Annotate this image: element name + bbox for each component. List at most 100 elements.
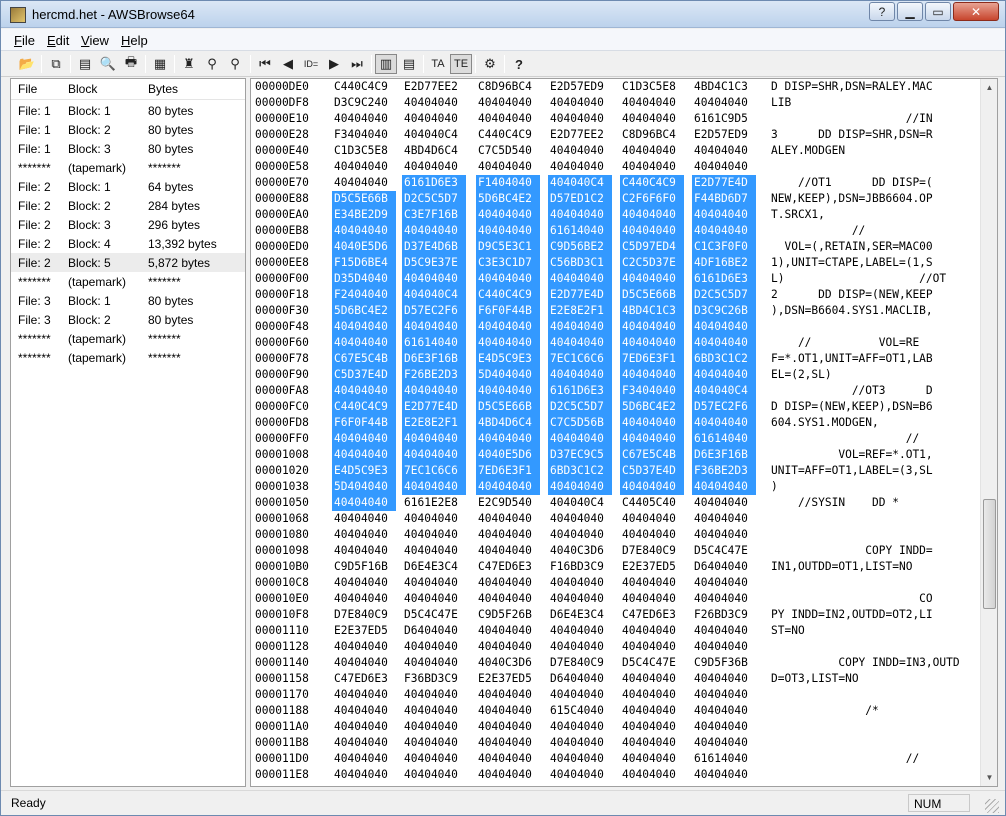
hex-word[interactable]: 40404040 — [620, 431, 684, 447]
hex-word[interactable]: 5D404040 — [476, 367, 540, 383]
hex-word[interactable]: 40404040 — [692, 159, 756, 175]
hex-word[interactable]: 40404040 — [402, 591, 466, 607]
hex-word[interactable]: C9D5F16B — [332, 559, 396, 575]
hex-word[interactable]: 40404040 — [692, 687, 756, 703]
hex-word[interactable]: 40404040 — [476, 527, 540, 543]
hex-word[interactable]: F36BE2D3 — [692, 463, 756, 479]
hex-word[interactable]: 40404040 — [332, 447, 396, 463]
hex-word[interactable]: F3404040 — [620, 383, 684, 399]
hex-text[interactable]: VOL=REF=*.OT1, — [771, 447, 932, 463]
hex-word[interactable]: 40404040 — [548, 591, 612, 607]
hex-word[interactable]: 40404040 — [476, 719, 540, 735]
hex-word[interactable]: C1D3C5E8 — [620, 79, 684, 95]
hex-word[interactable]: 40404040 — [402, 639, 466, 655]
hex-word[interactable]: 40404040 — [692, 591, 756, 607]
hex-word[interactable]: 40404040 — [476, 591, 540, 607]
hex-word[interactable]: C9D5F36B — [692, 655, 756, 671]
hex-word[interactable]: C440C4C9 — [332, 399, 396, 415]
hex-word[interactable]: 40404040 — [620, 591, 684, 607]
hex-text[interactable]: VOL=(,RETAIN,SER=MAC00 — [771, 239, 932, 255]
hex-text[interactable]: COPY INDD= — [771, 543, 932, 559]
hex-word[interactable]: 4040E5D6 — [476, 447, 540, 463]
ascii-icon[interactable]: TA — [427, 54, 449, 74]
hex-word[interactable]: 40404040 — [692, 623, 756, 639]
hex-word[interactable]: C5D97ED4 — [620, 239, 684, 255]
goto-block-icon[interactable]: ID= — [300, 54, 322, 74]
menu-file[interactable]: File — [14, 33, 35, 48]
hex-word[interactable]: D2C5C5D7 — [402, 191, 466, 207]
hex-word[interactable]: 40404040 — [332, 591, 396, 607]
hex-word[interactable]: 40404040 — [476, 319, 540, 335]
hex-word[interactable]: 40404040 — [332, 767, 396, 783]
hex-word[interactable]: D5C4C47E — [402, 607, 466, 623]
hex-word[interactable]: D37EC9C5 — [548, 447, 612, 463]
hex-word[interactable]: F2404040 — [332, 287, 396, 303]
hex-text[interactable]: D DISP=(NEW,KEEP),DSN=B6 — [771, 399, 933, 415]
copy-icon[interactable]: ⧉ — [45, 54, 67, 74]
scroll-down-arrow-icon[interactable]: ▼ — [981, 769, 998, 786]
hex-word[interactable]: 40404040 — [620, 719, 684, 735]
hex-text[interactable]: PY INDD=IN2,OUTDD=OT2,LI — [771, 607, 933, 623]
hex-word[interactable]: 40404040 — [402, 511, 466, 527]
hex-word[interactable]: D5C4C47E — [692, 543, 756, 559]
hex-word[interactable]: D6E3F16B — [402, 351, 466, 367]
hex-word[interactable]: D6E4E3C4 — [402, 559, 466, 575]
hex-word[interactable]: C7C5D540 — [476, 143, 540, 159]
app-icon[interactable] — [10, 7, 26, 23]
hex-word[interactable]: 40404040 — [548, 335, 612, 351]
list-item[interactable]: ******* (tapemark) ******* — [11, 329, 245, 348]
hex-text[interactable]: 3 DD DISP=SHR,DSN=R — [771, 127, 933, 143]
hex-word[interactable]: 40404040 — [620, 671, 684, 687]
hex-word[interactable]: C1C3F0F0 — [692, 239, 756, 255]
scroll-up-arrow-icon[interactable]: ▲ — [981, 79, 998, 96]
hex-word[interactable]: D37E4D6B — [402, 239, 466, 255]
hex-word[interactable]: 40404040 — [476, 543, 540, 559]
hex-word[interactable]: C47ED6E3 — [476, 559, 540, 575]
hex-view-icon[interactable]: ▥ — [375, 54, 397, 74]
hex-word[interactable]: 40404040 — [476, 479, 540, 495]
hex-word[interactable]: 40404040 — [692, 495, 756, 511]
title-bar[interactable]: hercmd.het - AWSBrowse64 ? ▁ ▭ ✕ — [1, 1, 1005, 28]
hex-word[interactable]: E2C9D540 — [476, 495, 540, 511]
list-item[interactable]: ******* (tapemark) ******* — [11, 158, 245, 177]
hex-word[interactable]: 40404040 — [402, 703, 466, 719]
hex-text[interactable]: ) — [771, 479, 778, 495]
export-icon[interactable]: ▦ — [149, 54, 171, 74]
hex-word[interactable]: 40404040 — [620, 111, 684, 127]
hex-word[interactable]: 6161D6E3 — [402, 175, 466, 191]
hex-word[interactable]: 40404040 — [620, 703, 684, 719]
hex-word[interactable]: D3C9C26B — [692, 303, 756, 319]
hex-word[interactable]: 40404040 — [692, 143, 756, 159]
hex-word[interactable]: D5C5E66B — [620, 287, 684, 303]
hex-word[interactable]: 40404040 — [548, 735, 612, 751]
find-icon[interactable]: ♜ — [178, 54, 200, 74]
hex-word[interactable]: 6161E2E8 — [402, 495, 466, 511]
text-view-icon[interactable]: ▤ — [398, 54, 420, 74]
hex-word[interactable]: E2E37ED5 — [476, 671, 540, 687]
hex-word[interactable]: 404040C4 — [402, 287, 466, 303]
hex-word[interactable]: 6161D6E3 — [692, 271, 756, 287]
hex-word[interactable]: D5C9E37E — [402, 255, 466, 271]
hex-word[interactable]: 40404040 — [402, 159, 466, 175]
hex-word[interactable]: 40404040 — [548, 751, 612, 767]
hex-word[interactable]: E2E8E2F1 — [548, 303, 612, 319]
hex-word[interactable]: E4D5C9E3 — [476, 351, 540, 367]
hex-word[interactable]: 404040C4 — [692, 383, 756, 399]
hex-word[interactable]: 40404040 — [332, 319, 396, 335]
hex-text[interactable]: //IN — [771, 111, 933, 127]
hex-text[interactable]: //SYSIN DD * — [771, 495, 899, 511]
hex-word[interactable]: 40404040 — [402, 575, 466, 591]
hex-text[interactable]: ),DSN=B6604.SYS1.MACLIB, — [771, 303, 933, 319]
hex-word[interactable]: 40404040 — [332, 735, 396, 751]
hex-word[interactable]: F3404040 — [332, 127, 396, 143]
hex-word[interactable]: E2E37ED5 — [332, 623, 396, 639]
hex-word[interactable]: 4BD4D6C4 — [402, 143, 466, 159]
hex-word[interactable]: 61614040 — [692, 751, 756, 767]
hex-word[interactable]: F26BE2D3 — [402, 367, 466, 383]
hex-word[interactable]: 40404040 — [476, 271, 540, 287]
list-item[interactable]: File: 1 Block: 1 80 bytes — [11, 101, 245, 120]
hex-word[interactable]: 7EC1C6C6 — [402, 463, 466, 479]
hex-word[interactable]: 40404040 — [476, 207, 540, 223]
hex-word[interactable]: D6404040 — [692, 559, 756, 575]
hex-word[interactable]: 6161C9D5 — [692, 111, 756, 127]
